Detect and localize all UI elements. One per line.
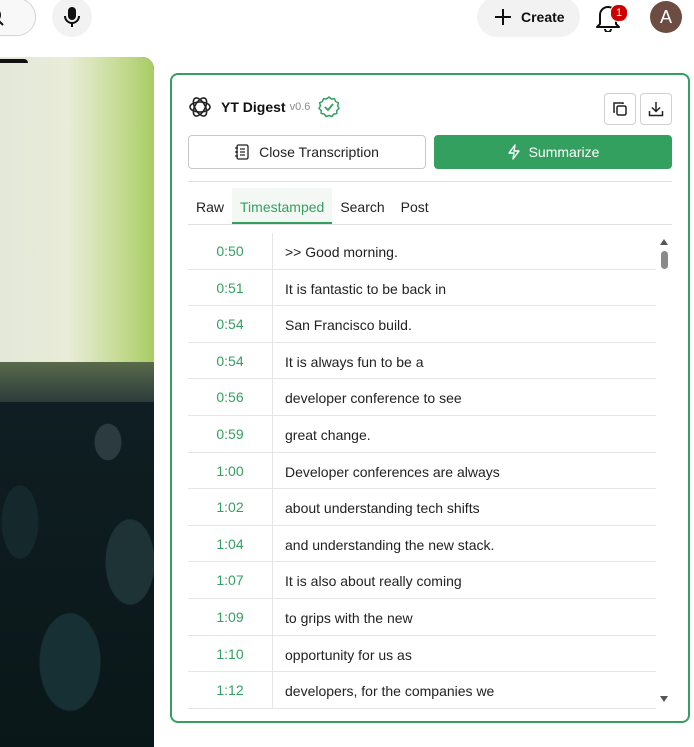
panel-tabs: Raw Timestamped Search Post xyxy=(188,188,437,224)
tab-search[interactable]: Search xyxy=(332,188,392,224)
close-transcription-button[interactable]: Close Transcription xyxy=(188,135,426,169)
timestamp-link[interactable]: 1:12 xyxy=(188,682,272,698)
tab-raw[interactable]: Raw xyxy=(188,188,232,224)
transcript-text: opportunity for us as xyxy=(285,646,412,663)
notebook-icon xyxy=(235,144,249,160)
tab-post[interactable]: Post xyxy=(393,188,437,224)
transcript-row[interactable]: 1:10 opportunity for us as xyxy=(188,635,656,673)
transcript-text: >> Good morning. xyxy=(285,244,398,260)
yt-digest-panel: YT Digest v0.6 Close Transcription Summa… xyxy=(170,73,690,723)
panel-divider xyxy=(188,181,672,182)
transcript-text: and understanding the new stack. xyxy=(285,536,495,553)
transcript-row[interactable]: 1:12 developers, for the companies we xyxy=(188,672,656,709)
transcript-row[interactable]: 0:51 It is fantastic to be back in xyxy=(188,269,656,307)
openai-logo-icon xyxy=(189,97,211,117)
plus-icon xyxy=(495,9,511,25)
transcript-text: It is also about really coming xyxy=(285,573,462,590)
timestamp-link[interactable]: 0:51 xyxy=(188,280,272,296)
transcript-text: developers, for the companies we xyxy=(285,683,495,700)
transcript-text: It is fantastic to be back in xyxy=(285,280,447,297)
video-player[interactable] xyxy=(0,57,154,747)
notifications-button[interactable]: 1 xyxy=(594,0,628,34)
transcript-text: to grips with the new xyxy=(285,609,413,626)
video-frame-wall xyxy=(0,362,154,407)
transcript-text: San Francisco build. xyxy=(285,317,412,334)
transcript-text: great change. xyxy=(285,426,371,443)
copy-icon xyxy=(613,102,627,116)
transcript-list: 0:50 >> Good morning. 0:51 It is fantastic… xyxy=(188,233,656,709)
tab-timestamped[interactable]: Timestamped xyxy=(232,188,333,224)
create-label: Create xyxy=(521,9,565,25)
transcript-row[interactable]: 0:59 great change. xyxy=(188,415,656,453)
transcript-row[interactable]: 1:00 Developer conferences are always xyxy=(188,452,656,490)
timestamp-link[interactable]: 0:56 xyxy=(188,389,272,405)
video-frame-audience xyxy=(0,402,154,747)
panel-title: YT Digest xyxy=(221,99,286,115)
search-icon xyxy=(0,11,4,26)
transcript-text: developer conference to see xyxy=(285,390,462,407)
scroll-up-icon[interactable] xyxy=(659,238,669,246)
transcript-row[interactable]: 1:07 It is also about really coming xyxy=(188,562,656,599)
summarize-button[interactable]: Summarize xyxy=(434,135,672,169)
timestamp-link[interactable]: 0:54 xyxy=(188,353,272,369)
transcript-row[interactable]: 0:50 >> Good morning. xyxy=(188,233,656,270)
close-transcription-label: Close Transcription xyxy=(259,144,379,160)
timestamp-link[interactable]: 1:04 xyxy=(188,536,272,552)
notification-badge: 1 xyxy=(610,4,628,22)
timestamp-link[interactable]: 0:50 xyxy=(188,243,272,259)
search-button[interactable] xyxy=(0,0,36,36)
scroll-down-icon[interactable] xyxy=(659,695,669,703)
panel-brand: YT Digest v0.6 xyxy=(188,95,341,119)
panel-version: v0.6 xyxy=(289,101,311,113)
download-button[interactable] xyxy=(640,93,672,125)
copy-button[interactable] xyxy=(604,93,636,125)
download-icon xyxy=(648,102,664,117)
timestamp-link[interactable]: 1:00 xyxy=(188,463,272,479)
tabs-underline xyxy=(188,224,672,225)
transcript-row[interactable]: 0:54 San Francisco build. xyxy=(188,306,656,343)
transcript-row[interactable]: 1:04 and understanding the new stack. xyxy=(188,525,656,563)
transcript-row[interactable]: 0:56 developer conference to see xyxy=(188,379,656,416)
transcript-row[interactable]: 0:54 It is always fun to be a xyxy=(188,342,656,380)
lightning-icon xyxy=(507,144,520,160)
transcript-text: Developer conferences are always xyxy=(285,463,500,480)
video-frame-screen xyxy=(0,57,154,362)
transcript-text: about understanding tech shifts xyxy=(285,500,480,517)
create-button[interactable]: Create xyxy=(477,0,580,37)
voice-search-button[interactable] xyxy=(52,0,92,37)
scrollbar-thumb[interactable] xyxy=(661,251,668,269)
summarize-label: Summarize xyxy=(528,144,600,160)
mic-icon xyxy=(64,7,80,27)
timestamp-link[interactable]: 0:59 xyxy=(188,426,272,442)
timestamp-link[interactable]: 0:54 xyxy=(188,316,272,332)
timestamp-link[interactable]: 1:09 xyxy=(188,609,272,625)
transcript-row[interactable]: 1:09 to grips with the new xyxy=(188,598,656,636)
transcript-row[interactable]: 1:02 about understanding tech shifts xyxy=(188,489,656,526)
verified-check-icon xyxy=(318,96,341,118)
avatar[interactable]: A xyxy=(650,1,682,33)
timestamp-link[interactable]: 1:10 xyxy=(188,646,272,662)
transcript-text: It is always fun to be a xyxy=(285,353,424,370)
timestamp-link[interactable]: 1:02 xyxy=(188,499,272,515)
timestamp-link[interactable]: 1:07 xyxy=(188,572,272,588)
